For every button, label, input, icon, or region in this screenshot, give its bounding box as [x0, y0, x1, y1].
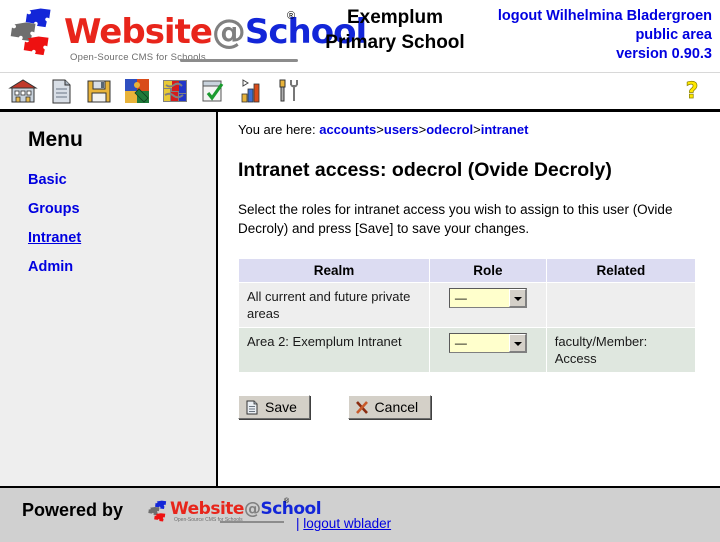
page-header: Website@School ® Open-Source CMS for Sch… — [0, 0, 720, 72]
help-question-icon[interactable]: ? — [678, 77, 706, 107]
cell-role: — — [429, 282, 547, 328]
school-name-line1: Exemplum — [346, 7, 444, 28]
cell-related: faculty/Member: Access — [545, 327, 697, 373]
site-logo: Website@School ® Open-Source CMS for Sch… — [10, 6, 367, 68]
document-icon — [246, 400, 258, 415]
footer-logo-text-at: @ — [243, 499, 261, 519]
logo-text-at: @ — [211, 12, 246, 52]
column-header-realm: Realm — [238, 258, 430, 283]
page-footer: Powered by Website@School ® Open-Source … — [0, 486, 720, 542]
role-select-1[interactable]: — — [448, 333, 527, 353]
breadcrumb: You are here: accounts>users>odecrol>int… — [238, 122, 708, 137]
area-label: public area — [635, 27, 712, 43]
cell-realm: All current and future private areas — [238, 282, 430, 328]
footer-logo-underline — [220, 521, 284, 523]
logo-registered-mark: ® — [287, 10, 296, 22]
table-row: All current and future private areas — — [238, 282, 697, 328]
logo-text-website: Website — [64, 12, 213, 52]
school-name-line2: Primary School — [325, 32, 465, 53]
page-title: Intranet access: odecrol (Ovide Decroly) — [238, 159, 612, 181]
sidebar-menu: Basic Groups Intranet Admin — [28, 172, 216, 275]
puzzle-logo-icon — [10, 8, 51, 56]
chevron-down-icon[interactable] — [508, 334, 526, 352]
powered-by-label: Powered by — [22, 500, 124, 520]
save-button[interactable]: Save — [238, 395, 310, 419]
modules-icon[interactable] — [122, 76, 152, 106]
cancel-x-icon — [355, 401, 368, 414]
breadcrumb-item-odecrol[interactable]: odecrol — [426, 122, 473, 137]
sidebar-item-admin[interactable]: Admin — [28, 259, 216, 275]
footer-logo-registered-mark: ® — [284, 498, 290, 505]
breadcrumb-prefix: You are here: — [238, 122, 316, 137]
cancel-button-label: Cancel — [374, 399, 419, 415]
footer-separator: | — [296, 516, 300, 531]
school-name: Exemplum Primary School — [310, 5, 480, 55]
logout-link[interactable]: logout Wilhelmina Bladergroen — [498, 8, 712, 24]
role-select-value: — — [454, 336, 467, 350]
cell-related — [545, 282, 697, 328]
table-row: Area 2: Exemplum Intranet — faculty/Memb… — [238, 327, 697, 373]
column-header-role: Role — [429, 258, 547, 283]
sidebar: Menu Basic Groups Intranet Admin — [0, 112, 218, 512]
column-header-related: Related — [545, 258, 697, 283]
version-label: version 0.90.3 — [616, 46, 712, 62]
page-icon[interactable] — [46, 76, 76, 106]
content-area: Menu Basic Groups Intranet Admin You are… — [0, 112, 720, 512]
table-header-row: Realm Role Related — [238, 258, 697, 283]
main-panel: You are here: accounts>users>odecrol>int… — [220, 112, 720, 419]
save-disk-icon[interactable] — [84, 76, 114, 106]
tools-icon[interactable] — [274, 76, 304, 106]
tasks-icon[interactable] — [198, 76, 228, 106]
cancel-button[interactable]: Cancel — [347, 395, 432, 419]
footer-logout-link[interactable]: logout wblader — [303, 516, 391, 531]
sidebar-item-groups[interactable]: Groups — [28, 201, 216, 217]
breadcrumb-item-intranet[interactable]: intranet — [481, 122, 529, 137]
main-toolbar: ? — [0, 72, 720, 112]
cell-role: — — [429, 327, 547, 373]
role-select-value: — — [454, 291, 467, 305]
form-actions: Save Cancel — [238, 395, 708, 419]
sidebar-item-intranet[interactable]: Intranet — [28, 230, 216, 246]
intranet-roles-table: Realm Role Related All current and futur… — [238, 258, 697, 373]
breadcrumb-item-accounts[interactable]: accounts — [319, 122, 376, 137]
footer-logout: | logout wblader — [296, 516, 391, 531]
breadcrumb-item-users[interactable]: users — [384, 122, 419, 137]
footer-logo: Website@School ® Open-Source CMS for Sch… — [148, 496, 322, 530]
chevron-down-icon[interactable] — [508, 289, 526, 307]
home-icon[interactable] — [8, 76, 38, 106]
breadcrumb-separator: > — [376, 122, 384, 137]
breadcrumb-separator: > — [473, 122, 481, 137]
cell-realm: Area 2: Exemplum Intranet — [238, 327, 430, 373]
footer-logo-text-website: Website — [170, 499, 244, 519]
logo-underline — [180, 59, 298, 62]
areas-icon[interactable] — [160, 76, 190, 106]
intro-text: Select the roles for intranet access you… — [238, 202, 673, 236]
save-button-label: Save — [265, 399, 297, 415]
svg-text:?: ? — [686, 79, 699, 104]
sidebar-item-basic[interactable]: Basic — [28, 172, 216, 188]
sidebar-title: Menu — [28, 128, 83, 151]
header-user-info: logout Wilhelmina Bladergroen public are… — [498, 7, 712, 64]
statistics-icon[interactable] — [236, 76, 266, 106]
role-select-0[interactable]: — — [448, 288, 527, 308]
